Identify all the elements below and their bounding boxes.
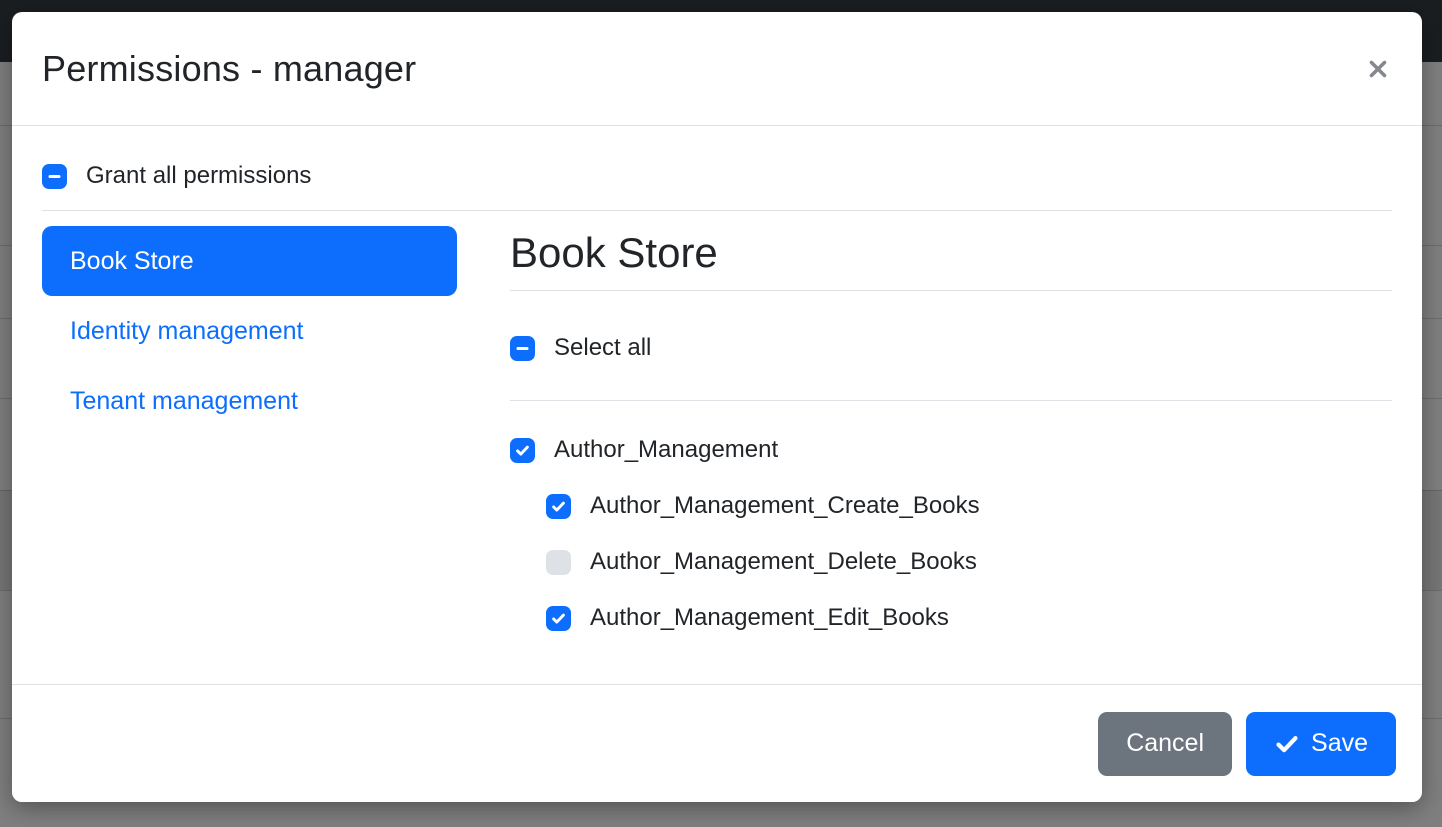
check-icon — [1274, 731, 1300, 757]
permission-checkbox[interactable] — [510, 438, 535, 463]
permission-group-content: Book Store Select all Author_Management … — [510, 226, 1392, 657]
permission-row-delete-books[interactable]: Author_Management_Delete_Books — [546, 545, 1392, 579]
x-icon — [1365, 56, 1391, 82]
close-button[interactable] — [1358, 49, 1398, 89]
permission-group-tabs: Book Store Identity management Tenant ma… — [42, 226, 457, 436]
permission-checkbox[interactable] — [546, 550, 571, 575]
check-icon — [550, 498, 567, 515]
permission-label: Author_Management_Delete_Books — [590, 548, 977, 576]
grant-all-checkbox[interactable] — [42, 164, 67, 189]
grant-all-permissions-row[interactable]: Grant all permissions — [42, 159, 1392, 193]
divider — [510, 290, 1392, 291]
modal-body: Grant all permissions Book Store Identit… — [12, 159, 1422, 657]
permissions-columns: Book Store Identity management Tenant ma… — [42, 226, 1392, 657]
permission-checkbox[interactable] — [546, 606, 571, 631]
permission-checkbox[interactable] — [546, 494, 571, 519]
modal-footer: Cancel Save — [12, 684, 1422, 802]
permission-label: Author_Management_Create_Books — [590, 492, 980, 520]
select-all-row[interactable]: Select all — [510, 331, 1392, 365]
permission-label: Author_Management_Edit_Books — [590, 604, 949, 632]
grant-all-label: Grant all permissions — [86, 162, 311, 190]
permissions-modal: Permissions - manager Grant all permissi… — [12, 12, 1422, 802]
permission-label: Author_Management — [554, 436, 778, 464]
modal-header: Permissions - manager — [12, 12, 1422, 126]
save-label: Save — [1311, 729, 1368, 758]
tab-tenant-management[interactable]: Tenant management — [42, 366, 457, 436]
permission-row-edit-books[interactable]: Author_Management_Edit_Books — [546, 601, 1392, 635]
tab-identity-management[interactable]: Identity management — [42, 296, 457, 366]
group-heading: Book Store — [510, 230, 1392, 276]
save-button[interactable]: Save — [1246, 712, 1396, 776]
select-all-label: Select all — [554, 334, 651, 362]
permission-row-create-books[interactable]: Author_Management_Create_Books — [546, 489, 1392, 523]
tab-book-store[interactable]: Book Store — [42, 226, 457, 296]
divider — [42, 210, 1392, 211]
cancel-button[interactable]: Cancel — [1098, 712, 1232, 776]
permission-row-author-management[interactable]: Author_Management — [510, 433, 1392, 467]
dash-icon — [46, 168, 63, 185]
modal-title: Permissions - manager — [42, 48, 416, 90]
check-icon — [550, 610, 567, 627]
dash-icon — [514, 340, 531, 357]
permission-tree: Author_Management Author_Management_Crea… — [510, 433, 1392, 635]
divider — [510, 400, 1392, 401]
select-all-checkbox[interactable] — [510, 336, 535, 361]
check-icon — [514, 442, 531, 459]
